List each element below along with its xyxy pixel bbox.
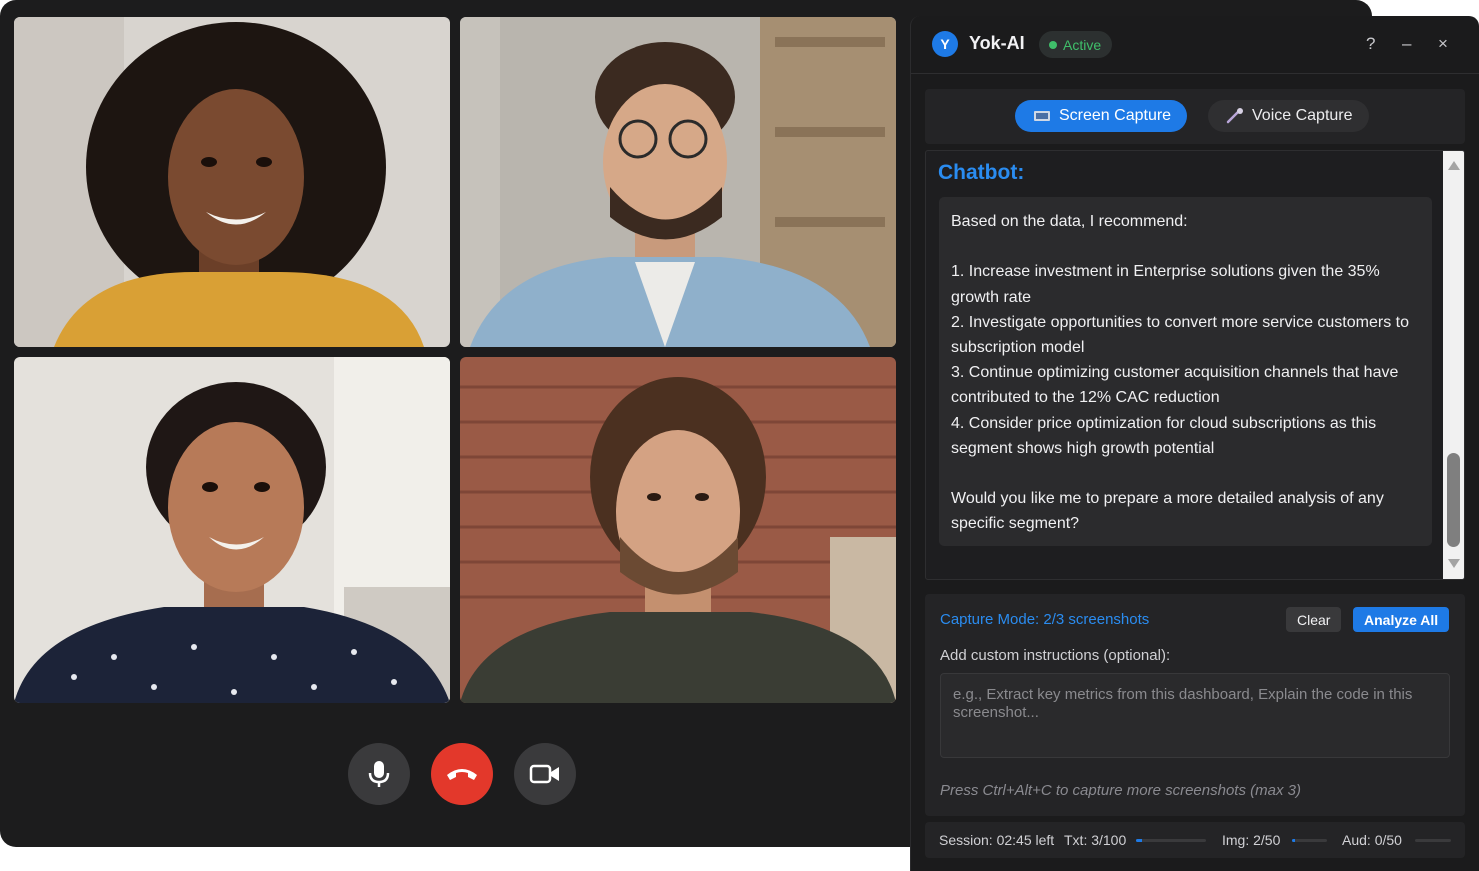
capture-mode-bar: Screen Capture Voice Capture xyxy=(925,89,1465,144)
status-text: Active xyxy=(1063,36,1102,53)
phone-hangup-icon xyxy=(447,769,477,780)
chatbot-label: Chatbot: xyxy=(938,161,1025,184)
image-usage-bar xyxy=(1292,839,1327,842)
scrollbar-thumb[interactable] xyxy=(1447,453,1460,547)
help-button[interactable]: ? xyxy=(1366,34,1375,54)
participant-1-image xyxy=(14,17,450,347)
scroll-down-arrow-icon[interactable] xyxy=(1448,559,1460,568)
screen-capture-icon xyxy=(1034,111,1050,121)
voice-capture-button[interactable]: Voice Capture xyxy=(1208,100,1369,132)
app-title: Yok-AI xyxy=(969,33,1025,53)
participant-video-4[interactable] xyxy=(460,357,896,703)
participant-video-1[interactable] xyxy=(14,17,450,347)
microphone-icon xyxy=(368,761,390,787)
participant-video-3[interactable] xyxy=(14,357,450,703)
participant-3-image xyxy=(14,357,450,703)
audio-usage-bar xyxy=(1415,839,1451,842)
capture-panel: Capture Mode: 2/3 screenshots Clear Anal… xyxy=(925,594,1465,816)
voice-capture-label: Voice Capture xyxy=(1252,107,1353,124)
chat-scrollbar[interactable] xyxy=(1443,151,1464,579)
video-camera-icon xyxy=(529,764,559,784)
custom-instructions-input[interactable] xyxy=(940,673,1450,758)
text-usage: Txt: 3/100 xyxy=(1064,832,1127,848)
participant-4-image xyxy=(460,357,896,703)
chat-area[interactable]: Chatbot: Based on the data, I recommend:… xyxy=(925,150,1465,580)
minimize-button[interactable]: – xyxy=(1402,34,1411,54)
analyze-all-button[interactable]: Analyze All xyxy=(1353,607,1450,632)
status-dot-icon xyxy=(1049,40,1057,49)
end-call-button[interactable] xyxy=(431,743,493,805)
yok-ai-panel: Y Yok-AI Active ? – × Screen Capture Voi… xyxy=(910,16,1479,871)
participant-video-2[interactable] xyxy=(460,17,896,347)
audio-usage: Aud: 0/50 xyxy=(1342,832,1402,848)
scroll-up-arrow-icon[interactable] xyxy=(1448,161,1460,170)
usage-status-bar: Session: 02:45 left Txt: 3/100 Img: 2/50… xyxy=(925,822,1465,858)
titlebar: Y Yok-AI Active ? – × xyxy=(911,16,1479,74)
mic-button[interactable] xyxy=(348,743,410,805)
app-logo: Y xyxy=(932,31,958,57)
chatbot-message: Based on the data, I recommend: 1. Incre… xyxy=(939,197,1432,546)
close-button[interactable]: × xyxy=(1438,34,1448,54)
screen-capture-label: Screen Capture xyxy=(1059,107,1172,124)
camera-button[interactable] xyxy=(514,743,576,805)
text-usage-fill xyxy=(1136,839,1142,842)
microphone-icon xyxy=(1226,108,1243,124)
clear-button[interactable]: Clear xyxy=(1286,607,1342,632)
image-usage: Img: 2/50 xyxy=(1222,832,1281,848)
capture-mode-status: Capture Mode: 2/3 screenshots xyxy=(940,611,1150,628)
image-usage-fill xyxy=(1292,839,1295,842)
session-time: Session: 02:45 left xyxy=(939,832,1055,848)
capture-hint: Press Ctrl+Alt+C to capture more screens… xyxy=(940,782,1301,799)
instructions-label: Add custom instructions (optional): xyxy=(940,647,1171,664)
text-usage-bar xyxy=(1136,839,1206,842)
status-badge: Active xyxy=(1039,31,1113,58)
participant-2-image xyxy=(460,17,896,347)
screen-capture-button[interactable]: Screen Capture xyxy=(1015,100,1188,132)
